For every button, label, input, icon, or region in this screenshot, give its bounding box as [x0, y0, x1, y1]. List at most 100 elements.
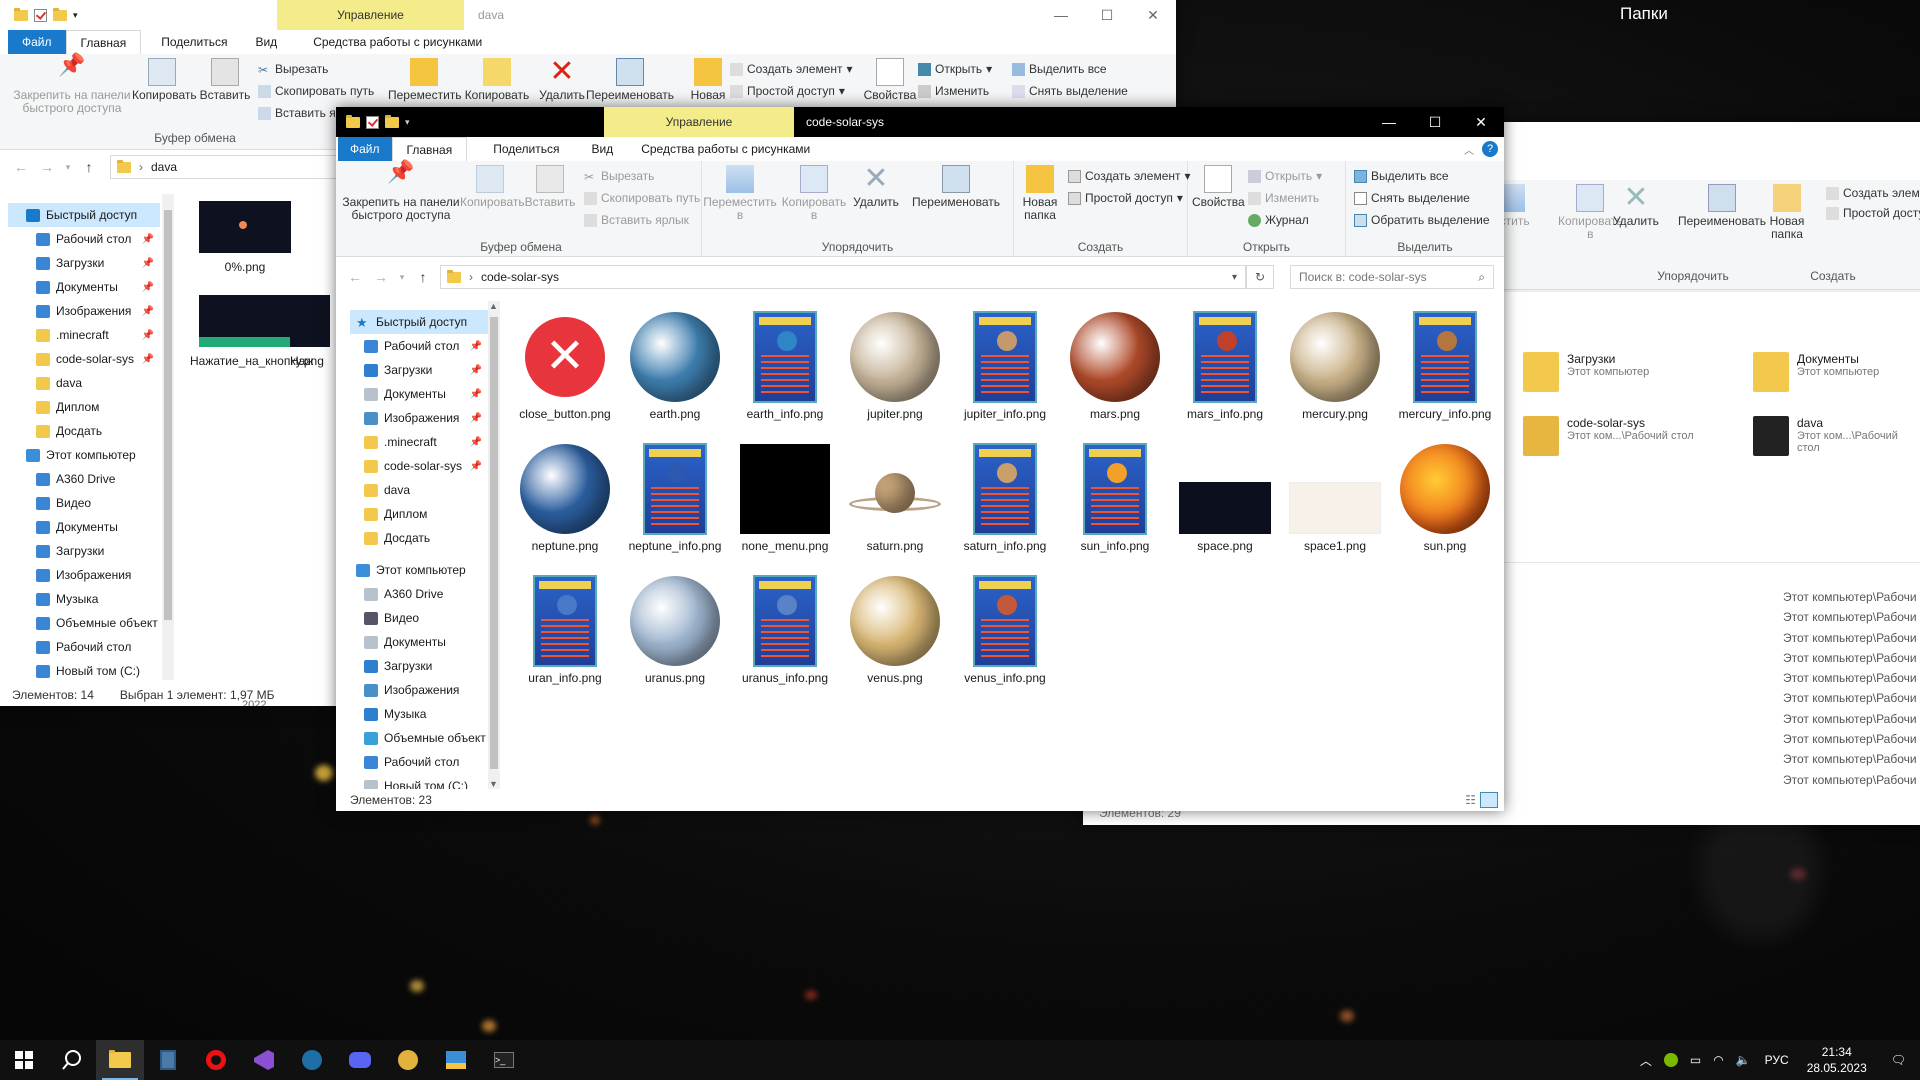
file-item[interactable]: 0%.png	[190, 198, 300, 274]
tab-view[interactable]: Вид	[241, 30, 291, 54]
scroll-up-icon[interactable]: ▲	[489, 301, 498, 311]
copy-button[interactable]: Копировать	[132, 58, 197, 102]
delete-button[interactable]: ✕ Удалить	[535, 57, 589, 102]
edit-button[interactable]: Изменить	[918, 84, 989, 98]
paste-shortcut-button[interactable]: Вставить ярлык	[584, 213, 689, 227]
file-item[interactable]: none_menu.png	[730, 443, 840, 553]
pin-quick-access-button[interactable]: 📌 Закрепить на панели быстрого доступа	[12, 54, 132, 115]
pin-quick-access-button[interactable]: 📌 Закрепить на панели быстрого доступа	[342, 161, 460, 222]
nav-item[interactable]: Быстрый доступ	[8, 203, 160, 227]
rename-button[interactable]: Переименовать	[585, 58, 675, 102]
chevron-up-icon[interactable]: ︿	[1464, 142, 1474, 157]
tab-view[interactable]: Вид	[573, 137, 627, 161]
nav-item[interactable]: Загрузки	[350, 654, 488, 678]
pin-icon[interactable]: 📌	[142, 258, 154, 269]
nav-item[interactable]: Документы 📌	[8, 275, 160, 299]
navigation-pane[interactable]: Быстрый доступ Рабочий стол 📌 Загрузки 📌 Доку…	[8, 203, 160, 683]
new-item-button[interactable]: Создать элемент ▾	[730, 62, 853, 76]
navigation-pane[interactable]: ★ Быстрый доступ Рабочий стол 📌 Загрузки 📌 Док…	[350, 310, 488, 798]
maximize-icon[interactable]: ☐	[1412, 107, 1458, 137]
nav-scrollbar[interactable]: ▲ ▼	[488, 301, 500, 789]
volume-icon[interactable]: 🔈	[1730, 1053, 1757, 1067]
minimize-icon[interactable]: —	[1038, 0, 1084, 30]
nav-item[interactable]: Этот компьютер	[350, 558, 488, 582]
copy-path-button[interactable]: Скопировать путь	[258, 84, 374, 98]
move-to-button[interactable]: Переместить в	[702, 165, 778, 222]
tab-picture-tools[interactable]: Средства работы с рисунками	[627, 137, 824, 161]
properties-button[interactable]: Свойства	[1192, 165, 1245, 209]
nav-item[interactable]: Диплом	[350, 502, 488, 526]
new-folder-icon[interactable]	[53, 7, 67, 21]
forward-arrow-icon[interactable]: →	[34, 159, 60, 175]
nav-item[interactable]: Документы 📌	[350, 382, 488, 406]
pin-icon[interactable]: 📌	[142, 306, 154, 317]
file-item[interactable]: neptune.png	[510, 443, 620, 553]
nav-item[interactable]: dava	[350, 478, 488, 502]
nav-item[interactable]: Этот компьютер	[8, 443, 160, 467]
select-all-button[interactable]: Выделить все	[1012, 62, 1107, 76]
calculator-icon[interactable]	[144, 1040, 192, 1080]
pin-icon[interactable]: 📌	[470, 389, 482, 400]
open-button[interactable]: Открыть ▾	[1248, 169, 1322, 183]
nav-item[interactable]: code-solar-sys 📌	[350, 454, 488, 478]
back-arrow-icon[interactable]: ←	[8, 159, 34, 175]
file-item[interactable]: uranus_info.png	[730, 575, 840, 685]
chevron-down-icon[interactable]: ▾	[60, 162, 76, 173]
move-button[interactable]: Переместить	[388, 58, 462, 102]
file-item[interactable]: venus_info.png	[950, 575, 1060, 685]
nav-item[interactable]: A360 Drive	[350, 582, 488, 606]
explorer-window-code-solar-sys[interactable]: ▾ Управление code-solar-sys — ☐ ✕ Файл Г…	[336, 107, 1504, 811]
nav-item[interactable]: Документы	[8, 515, 160, 539]
nav-item[interactable]: code-solar-sys 📌	[8, 347, 160, 371]
tab-file[interactable]: Файл	[338, 137, 392, 161]
pin-icon[interactable]: 📌	[470, 365, 482, 376]
discord-icon[interactable]	[336, 1040, 384, 1080]
file-item[interactable]: saturn_info.png	[950, 443, 1060, 553]
nav-item[interactable]: Рабочий стол	[350, 750, 488, 774]
pin-icon[interactable]: 📌	[142, 234, 154, 245]
properties-icon[interactable]	[34, 8, 47, 22]
chevron-down-icon[interactable]: ▾	[1232, 272, 1237, 283]
help-icon[interactable]: ?	[1482, 141, 1498, 157]
pin-icon[interactable]: 📌	[470, 413, 482, 424]
easy-access-button[interactable]: Простой доступ	[1826, 206, 1920, 220]
cut-button[interactable]: ✂ Вырезать	[584, 169, 654, 184]
clock[interactable]: 21:34 28.05.2023	[1797, 1044, 1877, 1076]
nav-item[interactable]: Досдать	[8, 419, 160, 443]
easy-access-button[interactable]: Простой доступ ▾	[730, 84, 845, 98]
copy-to-button[interactable]: Копировать	[462, 58, 532, 102]
opera-icon[interactable]	[192, 1040, 240, 1080]
pin-icon[interactable]: 📌	[470, 437, 482, 448]
back-arrow-icon[interactable]: ←	[342, 269, 368, 285]
file-item[interactable]: mars_info.png	[1170, 311, 1280, 421]
pin-icon[interactable]: 📌	[470, 461, 482, 472]
wifi-icon[interactable]: ◠	[1707, 1053, 1729, 1067]
file-item[interactable]: sun.png	[1390, 443, 1500, 553]
nav-item[interactable]: Загрузки	[8, 539, 160, 563]
nav-item[interactable]: .minecraft 📌	[8, 323, 160, 347]
copy-button[interactable]: Копировать	[460, 165, 525, 209]
select-none-button[interactable]: Снять выделение	[1354, 191, 1470, 205]
tile-dava[interactable]: dava Этот ком...\Рабочий стол	[1753, 416, 1920, 456]
nav-item[interactable]: Диплом	[8, 395, 160, 419]
chevron-down-icon[interactable]: ▾	[73, 10, 78, 21]
nav-item[interactable]: Новый том (C:)	[8, 659, 160, 683]
tab-home[interactable]: Главная	[65, 30, 142, 54]
rename-button[interactable]: Переименовать	[904, 165, 1008, 209]
nav-item[interactable]: Рабочий стол 📌	[8, 227, 160, 251]
new-item-button[interactable]: Создать элемент ▾	[1068, 169, 1191, 183]
pin-icon[interactable]: 📌	[142, 354, 154, 365]
scroll-down-icon[interactable]: ▼	[489, 779, 498, 789]
game-icon[interactable]	[384, 1040, 432, 1080]
file-item[interactable]: earth.png	[620, 311, 730, 421]
file-item[interactable]: mercury.png	[1280, 311, 1390, 421]
nav-item[interactable]: A360 Drive	[8, 467, 160, 491]
details-view-icon[interactable]: ☷	[1465, 793, 1476, 807]
refresh-button[interactable]: ↻	[1246, 265, 1274, 289]
file-explorer-icon[interactable]	[96, 1040, 144, 1080]
nav-item[interactable]: Загрузки 📌	[8, 251, 160, 275]
file-grid[interactable]: ✕ close_button.png earth.png earth_info.png…	[500, 301, 1504, 791]
steam-icon[interactable]	[288, 1040, 336, 1080]
properties-button[interactable]: Свойства	[862, 58, 918, 102]
new-folder-button[interactable]: Новая папка	[1018, 165, 1062, 222]
